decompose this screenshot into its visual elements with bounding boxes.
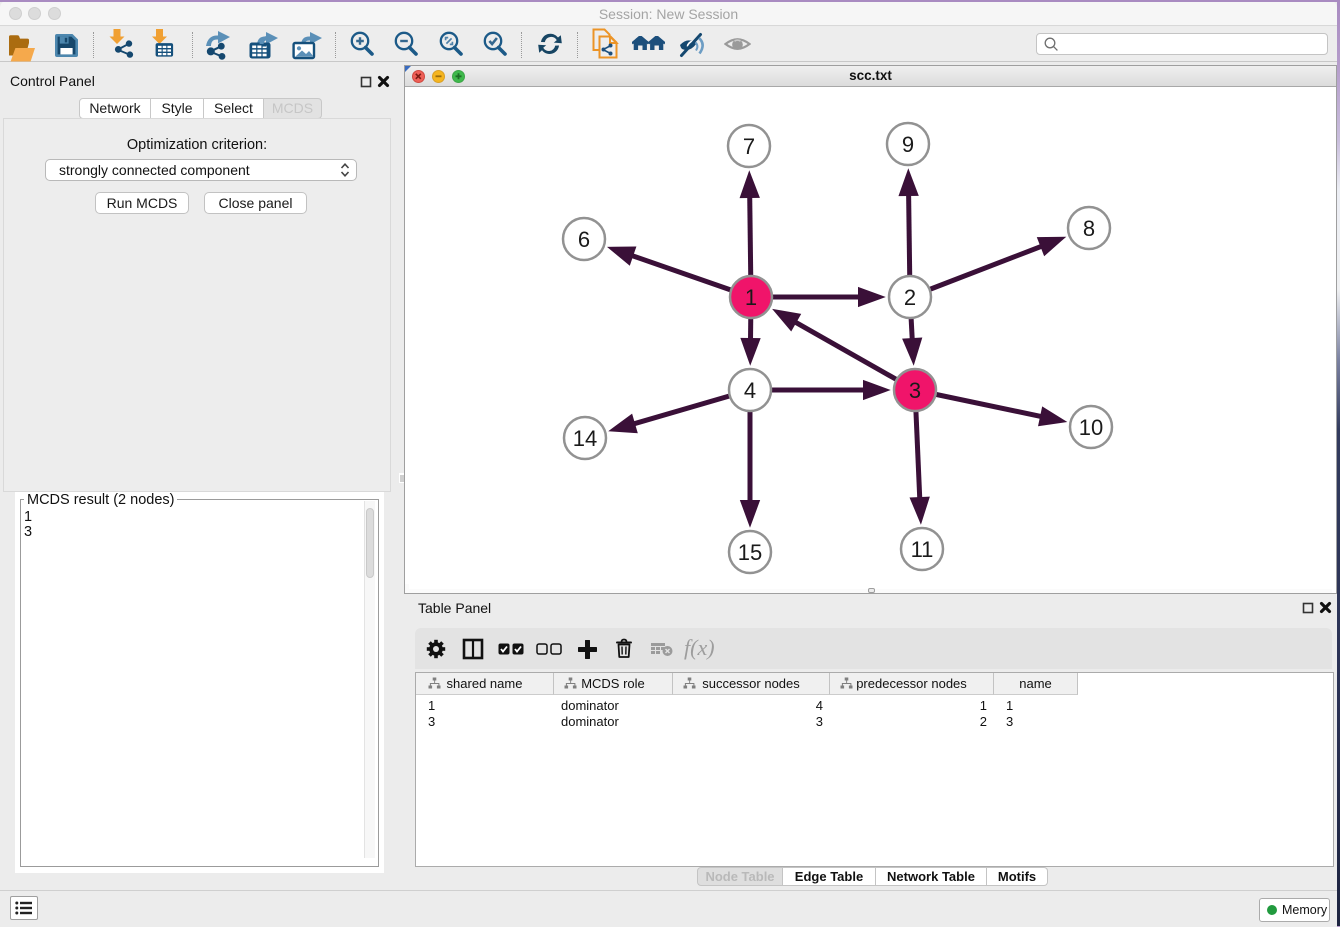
svg-text:10: 10 xyxy=(1079,415,1103,440)
svg-text:15: 15 xyxy=(738,540,762,565)
svg-text:7: 7 xyxy=(743,134,755,159)
svg-text:11: 11 xyxy=(911,537,934,562)
svg-text:9: 9 xyxy=(902,132,914,157)
svg-text:3: 3 xyxy=(909,378,921,403)
svg-text:14: 14 xyxy=(573,426,597,451)
svg-text:6: 6 xyxy=(578,227,590,252)
svg-text:4: 4 xyxy=(744,378,756,403)
svg-text:8: 8 xyxy=(1083,216,1095,241)
svg-text:2: 2 xyxy=(904,285,916,310)
svg-text:1: 1 xyxy=(745,285,757,310)
